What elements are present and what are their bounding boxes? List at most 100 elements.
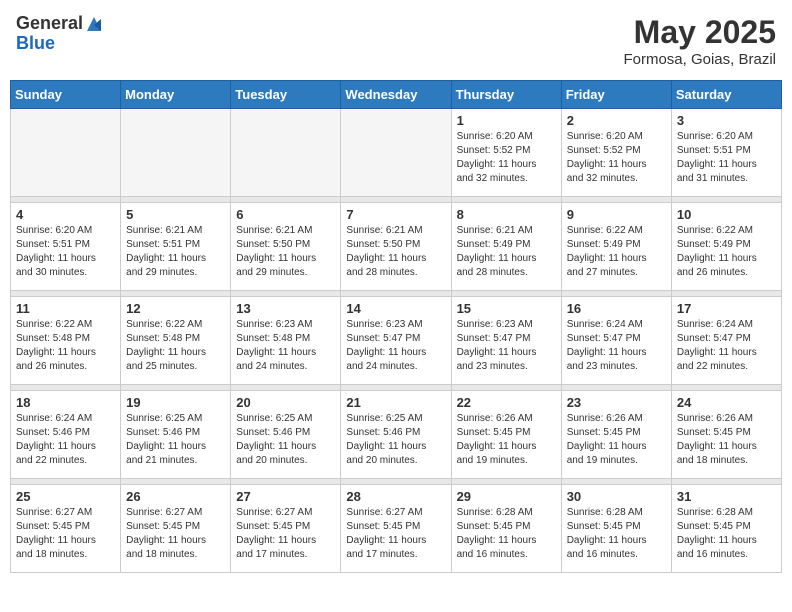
calendar-cell: 25 Sunrise: 6:27 AMSunset: 5:45 PMDayligh… <box>11 485 121 573</box>
calendar-cell: 20 Sunrise: 6:25 AMSunset: 5:46 PMDayligh… <box>231 391 341 479</box>
calendar-cell: 12 Sunrise: 6:22 AMSunset: 5:48 PMDayligh… <box>121 297 231 385</box>
header: General Blue May 2025 Formosa, Goias, Br… <box>10 10 782 72</box>
calendar-cell: 22Sunrise: 6:26 AMSunset: 5:45 PMDayligh… <box>451 391 561 479</box>
day-info: Sunrise: 6:21 AMSunset: 5:50 PMDaylight:… <box>346 224 445 280</box>
month-title: May 2025 <box>623 14 776 51</box>
day-number: 26 <box>126 489 225 504</box>
week-row-2: 4 Sunrise: 6:20 AMSunset: 5:51 PMDaylight… <box>11 203 782 291</box>
day-info: Sunrise: 6:21 AMSunset: 5:51 PMDaylight:… <box>126 224 225 280</box>
day-number: 24 <box>677 395 776 410</box>
calendar-cell: 30 Sunrise: 6:28 AMSunset: 5:45 PMDayligh… <box>561 485 671 573</box>
day-number: 1 <box>457 113 556 128</box>
day-number: 13 <box>236 301 335 316</box>
calendar-cell: 7 Sunrise: 6:21 AMSunset: 5:50 PMDaylight… <box>341 203 451 291</box>
day-info: Sunrise: 6:27 AMSunset: 5:45 PMDaylight:… <box>346 506 445 562</box>
day-number: 19 <box>126 395 225 410</box>
day-info: Sunrise: 6:26 AMSunset: 5:45 PMDaylight:… <box>677 412 776 468</box>
day-number: 27 <box>236 489 335 504</box>
day-info: Sunrise: 6:28 AMSunset: 5:45 PMDaylight:… <box>567 506 666 562</box>
calendar-cell: 19Sunrise: 6:25 AMSunset: 5:46 PMDayligh… <box>121 391 231 479</box>
calendar-cell: 14Sunrise: 6:23 AMSunset: 5:47 PMDayligh… <box>341 297 451 385</box>
day-info: Sunrise: 6:23 AMSunset: 5:47 PMDaylight:… <box>457 318 556 374</box>
day-info: Sunrise: 6:22 AMSunset: 5:49 PMDaylight:… <box>677 224 776 280</box>
day-number: 2 <box>567 113 666 128</box>
calendar-cell: 18Sunrise: 6:24 AMSunset: 5:46 PMDayligh… <box>11 391 121 479</box>
day-info: Sunrise: 6:23 AMSunset: 5:47 PMDaylight:… <box>346 318 445 374</box>
day-number: 18 <box>16 395 115 410</box>
week-row-1: 1 Sunrise: 6:20 AMSunset: 5:52 PMDaylight… <box>11 109 782 197</box>
calendar-cell <box>11 109 121 197</box>
day-number: 7 <box>346 207 445 222</box>
day-number: 6 <box>236 207 335 222</box>
calendar-cell: 9 Sunrise: 6:22 AMSunset: 5:49 PMDaylight… <box>561 203 671 291</box>
day-info: Sunrise: 6:26 AMSunset: 5:45 PMDaylight:… <box>457 412 556 468</box>
calendar-cell: 27 Sunrise: 6:27 AMSunset: 5:45 PMDayligh… <box>231 485 341 573</box>
day-number: 21 <box>346 395 445 410</box>
calendar-cell <box>121 109 231 197</box>
day-number: 4 <box>16 207 115 222</box>
weekday-header-saturday: Saturday <box>671 81 781 109</box>
calendar-cell: 28 Sunrise: 6:27 AMSunset: 5:45 PMDayligh… <box>341 485 451 573</box>
day-info: Sunrise: 6:25 AMSunset: 5:46 PMDaylight:… <box>236 412 335 468</box>
day-info: Sunrise: 6:23 AMSunset: 5:48 PMDaylight:… <box>236 318 335 374</box>
day-number: 9 <box>567 207 666 222</box>
day-number: 8 <box>457 207 556 222</box>
calendar-cell <box>341 109 451 197</box>
day-number: 20 <box>236 395 335 410</box>
location-title: Formosa, Goias, Brazil <box>623 51 776 68</box>
logo: General Blue <box>16 14 103 54</box>
calendar-cell: 23Sunrise: 6:26 AMSunset: 5:45 PMDayligh… <box>561 391 671 479</box>
weekday-header-tuesday: Tuesday <box>231 81 341 109</box>
day-number: 30 <box>567 489 666 504</box>
day-number: 17 <box>677 301 776 316</box>
calendar-cell: 15 Sunrise: 6:23 AMSunset: 5:47 PMDayligh… <box>451 297 561 385</box>
day-info: Sunrise: 6:20 AMSunset: 5:52 PMDaylight:… <box>457 130 556 186</box>
weekday-header-sunday: Sunday <box>11 81 121 109</box>
calendar-cell: 2 Sunrise: 6:20 AMSunset: 5:52 PMDaylight… <box>561 109 671 197</box>
day-info: Sunrise: 6:21 AMSunset: 5:49 PMDaylight:… <box>457 224 556 280</box>
day-number: 11 <box>16 301 115 316</box>
day-info: Sunrise: 6:27 AMSunset: 5:45 PMDaylight:… <box>236 506 335 562</box>
weekday-header-row: SundayMondayTuesdayWednesdayThursdayFrid… <box>11 81 782 109</box>
day-info: Sunrise: 6:20 AMSunset: 5:51 PMDaylight:… <box>677 130 776 186</box>
calendar-cell: 10 Sunrise: 6:22 AMSunset: 5:49 PMDayligh… <box>671 203 781 291</box>
calendar-cell: 21 Sunrise: 6:25 AMSunset: 5:46 PMDayligh… <box>341 391 451 479</box>
day-number: 25 <box>16 489 115 504</box>
day-info: Sunrise: 6:20 AMSunset: 5:52 PMDaylight:… <box>567 130 666 186</box>
weekday-header-thursday: Thursday <box>451 81 561 109</box>
day-number: 12 <box>126 301 225 316</box>
week-row-3: 11 Sunrise: 6:22 AMSunset: 5:48 PMDayligh… <box>11 297 782 385</box>
day-info: Sunrise: 6:27 AMSunset: 5:45 PMDaylight:… <box>126 506 225 562</box>
day-info: Sunrise: 6:25 AMSunset: 5:46 PMDaylight:… <box>346 412 445 468</box>
day-info: Sunrise: 6:28 AMSunset: 5:45 PMDaylight:… <box>457 506 556 562</box>
logo-general-text: General <box>16 14 83 34</box>
day-info: Sunrise: 6:22 AMSunset: 5:48 PMDaylight:… <box>126 318 225 374</box>
calendar-cell: 8 Sunrise: 6:21 AMSunset: 5:49 PMDaylight… <box>451 203 561 291</box>
calendar-cell: 5 Sunrise: 6:21 AMSunset: 5:51 PMDaylight… <box>121 203 231 291</box>
day-number: 16 <box>567 301 666 316</box>
day-info: Sunrise: 6:24 AMSunset: 5:47 PMDaylight:… <box>677 318 776 374</box>
day-info: Sunrise: 6:24 AMSunset: 5:47 PMDaylight:… <box>567 318 666 374</box>
day-number: 10 <box>677 207 776 222</box>
calendar-cell: 6Sunrise: 6:21 AMSunset: 5:50 PMDaylight… <box>231 203 341 291</box>
calendar-cell: 1 Sunrise: 6:20 AMSunset: 5:52 PMDaylight… <box>451 109 561 197</box>
day-info: Sunrise: 6:22 AMSunset: 5:49 PMDaylight:… <box>567 224 666 280</box>
calendar-cell <box>231 109 341 197</box>
calendar-cell: 24 Sunrise: 6:26 AMSunset: 5:45 PMDayligh… <box>671 391 781 479</box>
calendar-cell: 3Sunrise: 6:20 AMSunset: 5:51 PMDaylight… <box>671 109 781 197</box>
day-info: Sunrise: 6:20 AMSunset: 5:51 PMDaylight:… <box>16 224 115 280</box>
calendar-cell: 17 Sunrise: 6:24 AMSunset: 5:47 PMDayligh… <box>671 297 781 385</box>
day-info: Sunrise: 6:27 AMSunset: 5:45 PMDaylight:… <box>16 506 115 562</box>
calendar-cell: 31Sunrise: 6:28 AMSunset: 5:45 PMDayligh… <box>671 485 781 573</box>
weekday-header-wednesday: Wednesday <box>341 81 451 109</box>
calendar-cell: 13 Sunrise: 6:23 AMSunset: 5:48 PMDayligh… <box>231 297 341 385</box>
weekday-header-friday: Friday <box>561 81 671 109</box>
title-area: May 2025 Formosa, Goias, Brazil <box>623 14 776 68</box>
day-number: 15 <box>457 301 556 316</box>
day-number: 23 <box>567 395 666 410</box>
day-number: 31 <box>677 489 776 504</box>
calendar: SundayMondayTuesdayWednesdayThursdayFrid… <box>10 80 782 573</box>
day-number: 5 <box>126 207 225 222</box>
day-number: 28 <box>346 489 445 504</box>
calendar-cell: 4 Sunrise: 6:20 AMSunset: 5:51 PMDaylight… <box>11 203 121 291</box>
